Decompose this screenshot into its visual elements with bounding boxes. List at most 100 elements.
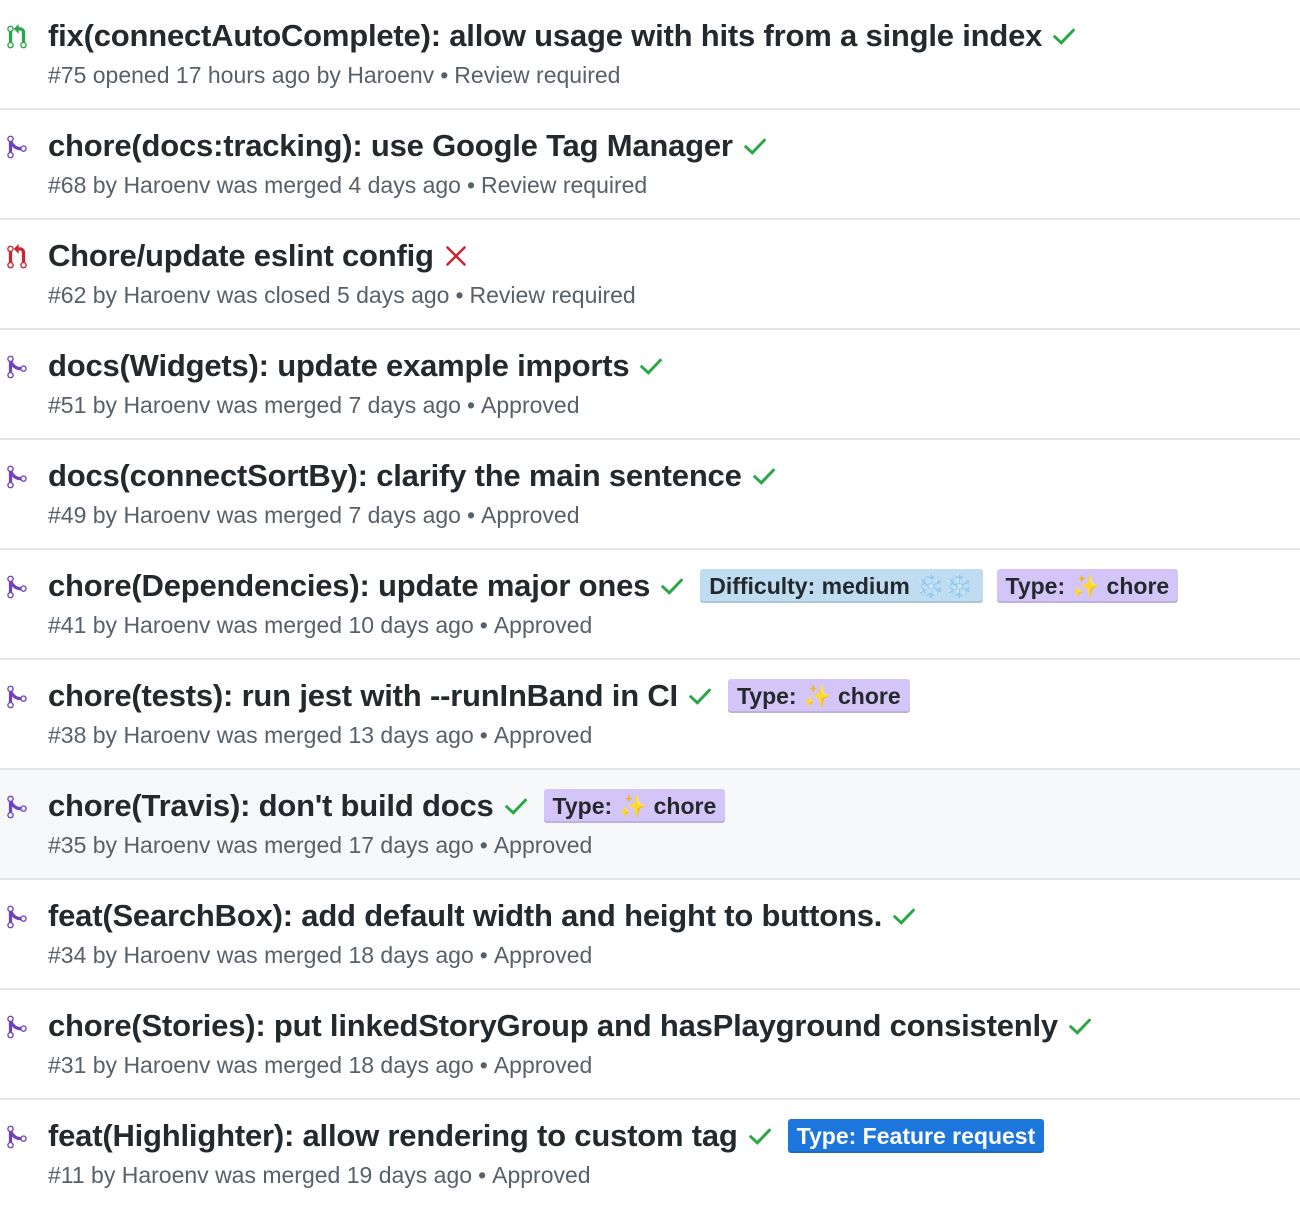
separator-dot: • [440,62,449,88]
pull-request-meta: #31 by Haroenv was merged 18 days ago • Ap… [48,1052,592,1079]
review-status[interactable]: Approved [481,502,579,528]
git-merge-icon [4,574,30,600]
pull-request-title-line: chore(docs:tracking): use Google Tag Man… [48,124,1290,168]
review-status[interactable]: Approved [494,722,592,748]
review-status[interactable]: Approved [494,612,592,638]
pull-request-meta: #51 by Haroenv was merged 7 days ago • App… [48,392,580,419]
pull-request-title-link[interactable]: feat(Highlighter): allow rendering to cu… [48,1118,738,1154]
pull-request-title-line: Chore/update eslint config [48,234,1290,278]
pull-request-meta: #11 by Haroenv was merged 19 days ago • Ap… [48,1162,591,1189]
separator-dot: • [479,832,488,858]
pull-request-row-35: chore(Travis): don't build docs Type: ✨ … [0,770,1300,880]
pull-request-meta-text: #75 opened 17 hours ago by Haroenv [48,62,435,88]
separator-dot: • [479,1052,488,1078]
git-merge-icon [4,134,30,160]
check-success-icon[interactable] [741,132,769,160]
pull-request-title-link[interactable]: docs(connectSortBy): clarify the main se… [48,458,742,494]
pull-request-row-75: fix(connectAutoComplete): allow usage wi… [0,0,1300,110]
label-badge[interactable]: Type: ✨ chore [543,789,726,823]
git-merge-icon [4,794,30,820]
pull-request-row-51: docs(Widgets): update example imports #5… [0,330,1300,440]
pull-request-title-line: chore(Dependencies): update major ones D… [48,564,1290,608]
pull-request-row-38: chore(tests): run jest with --runInBand … [0,660,1300,770]
pull-request-meta: #38 by Haroenv was merged 13 days ago • Ap… [48,722,592,749]
review-status[interactable]: Review required [470,282,636,308]
check-success-icon[interactable] [658,572,686,600]
check-success-icon[interactable] [746,1122,774,1150]
pull-request-title-line: docs(connectSortBy): clarify the main se… [48,454,1290,498]
check-success-icon[interactable] [890,902,918,930]
pull-request-row-11: feat(Highlighter): allow rendering to cu… [0,1100,1300,1210]
pull-request-meta-text: #38 by Haroenv was merged 13 days ago [48,722,474,748]
review-status[interactable]: Approved [494,832,592,858]
pull-request-title-line: chore(tests): run jest with --runInBand … [48,674,1290,718]
check-success-icon[interactable] [686,682,714,710]
label-badge[interactable]: Difficulty: medium ❄️❄️ [700,569,983,603]
pull-request-list: fix(connectAutoComplete): allow usage wi… [0,0,1300,1210]
separator-dot: • [478,1162,487,1188]
pull-request-title-link[interactable]: chore(Dependencies): update major ones [48,568,650,604]
separator-dot: • [455,282,464,308]
pull-request-meta-text: #35 by Haroenv was merged 17 days ago [48,832,474,858]
label-badge[interactable]: Type: ✨ chore [996,569,1179,603]
separator-dot: • [479,722,488,748]
pull-request-title-line: docs(Widgets): update example imports [48,344,1290,388]
review-status[interactable]: Review required [454,62,620,88]
pull-request-meta: #62 by Haroenv was closed 5 days ago • Rev… [48,282,636,309]
separator-dot: • [479,942,488,968]
pull-request-meta: #41 by Haroenv was merged 10 days ago • Ap… [48,612,592,639]
pull-request-meta-text: #34 by Haroenv was merged 18 days ago [48,942,474,968]
pull-request-row-68: chore(docs:tracking): use Google Tag Man… [0,110,1300,220]
review-status[interactable]: Approved [494,1052,592,1078]
pull-request-row-49: docs(connectSortBy): clarify the main se… [0,440,1300,550]
pull-request-meta-text: #31 by Haroenv was merged 18 days ago [48,1052,474,1078]
pull-request-title-line: fix(connectAutoComplete): allow usage wi… [48,14,1290,58]
separator-dot: • [466,392,476,418]
x-failure-icon[interactable] [442,242,470,270]
pull-request-row-62: Chore/update eslint config #62 by Haroen… [0,220,1300,330]
git-merge-icon [4,684,30,710]
git-merge-icon [4,354,30,380]
check-success-icon[interactable] [637,352,665,380]
pull-request-title-link[interactable]: feat(SearchBox): add default width and h… [48,898,882,934]
check-success-icon[interactable] [1066,1012,1094,1040]
pull-request-title-line: chore(Stories): put linkedStoryGroup and… [48,1004,1290,1048]
check-success-icon[interactable] [750,462,778,490]
git-merge-icon [4,1124,30,1150]
pull-request-title-link[interactable]: chore(Stories): put linkedStoryGroup and… [48,1008,1058,1044]
git-pull-request-open-icon [4,24,30,50]
label-badge[interactable]: Type: ✨ chore [727,679,910,713]
check-success-icon[interactable] [502,792,530,820]
pull-request-title-link[interactable]: docs(Widgets): update example imports [48,348,630,384]
pull-request-meta: #34 by Haroenv was merged 18 days ago • Ap… [48,942,592,969]
review-status[interactable]: Approved [481,392,579,418]
pull-request-title-link[interactable]: chore(docs:tracking): use Google Tag Man… [48,128,733,164]
pull-request-row-31: chore(Stories): put linkedStoryGroup and… [0,990,1300,1100]
pull-request-title-line: feat(Highlighter): allow rendering to cu… [48,1114,1290,1158]
pull-request-meta-text: #51 by Haroenv was merged 7 days ago [48,392,461,418]
git-merge-icon [4,1014,30,1040]
pull-request-title-line: chore(Travis): don't build docs Type: ✨ … [48,784,1290,828]
pull-request-meta: #68 by Haroenv was merged 4 days ago • Rev… [48,172,647,199]
review-status[interactable]: Approved [494,942,592,968]
pull-request-meta-text: #11 by Haroenv was merged 19 days ago [48,1162,473,1188]
pull-request-title-link[interactable]: fix(connectAutoComplete): allow usage wi… [48,18,1042,54]
pull-request-meta-text: #62 by Haroenv was closed 5 days ago [48,282,450,308]
label-badge[interactable]: Type: Feature request [787,1119,1045,1153]
separator-dot: • [466,502,476,528]
review-status[interactable]: Review required [481,172,647,198]
review-status[interactable]: Approved [492,1162,590,1188]
pull-request-row-41: chore(Dependencies): update major ones D… [0,550,1300,660]
pull-request-meta-text: #41 by Haroenv was merged 10 days ago [48,612,474,638]
pull-request-meta: #75 opened 17 hours ago by Haroenv • Revie… [48,62,620,89]
git-pull-request-closed-icon [4,244,30,270]
pull-request-row-34: feat(SearchBox): add default width and h… [0,880,1300,990]
pull-request-title-link[interactable]: chore(Travis): don't build docs [48,788,494,824]
pull-request-meta: #35 by Haroenv was merged 17 days ago • Ap… [48,832,592,859]
pull-request-title-link[interactable]: chore(tests): run jest with --runInBand … [48,678,678,714]
pull-request-title-link[interactable]: Chore/update eslint config [48,238,434,274]
git-merge-icon [4,464,30,490]
pull-request-meta: #49 by Haroenv was merged 7 days ago • App… [48,502,580,529]
check-success-icon[interactable] [1050,22,1078,50]
git-merge-icon [4,904,30,930]
